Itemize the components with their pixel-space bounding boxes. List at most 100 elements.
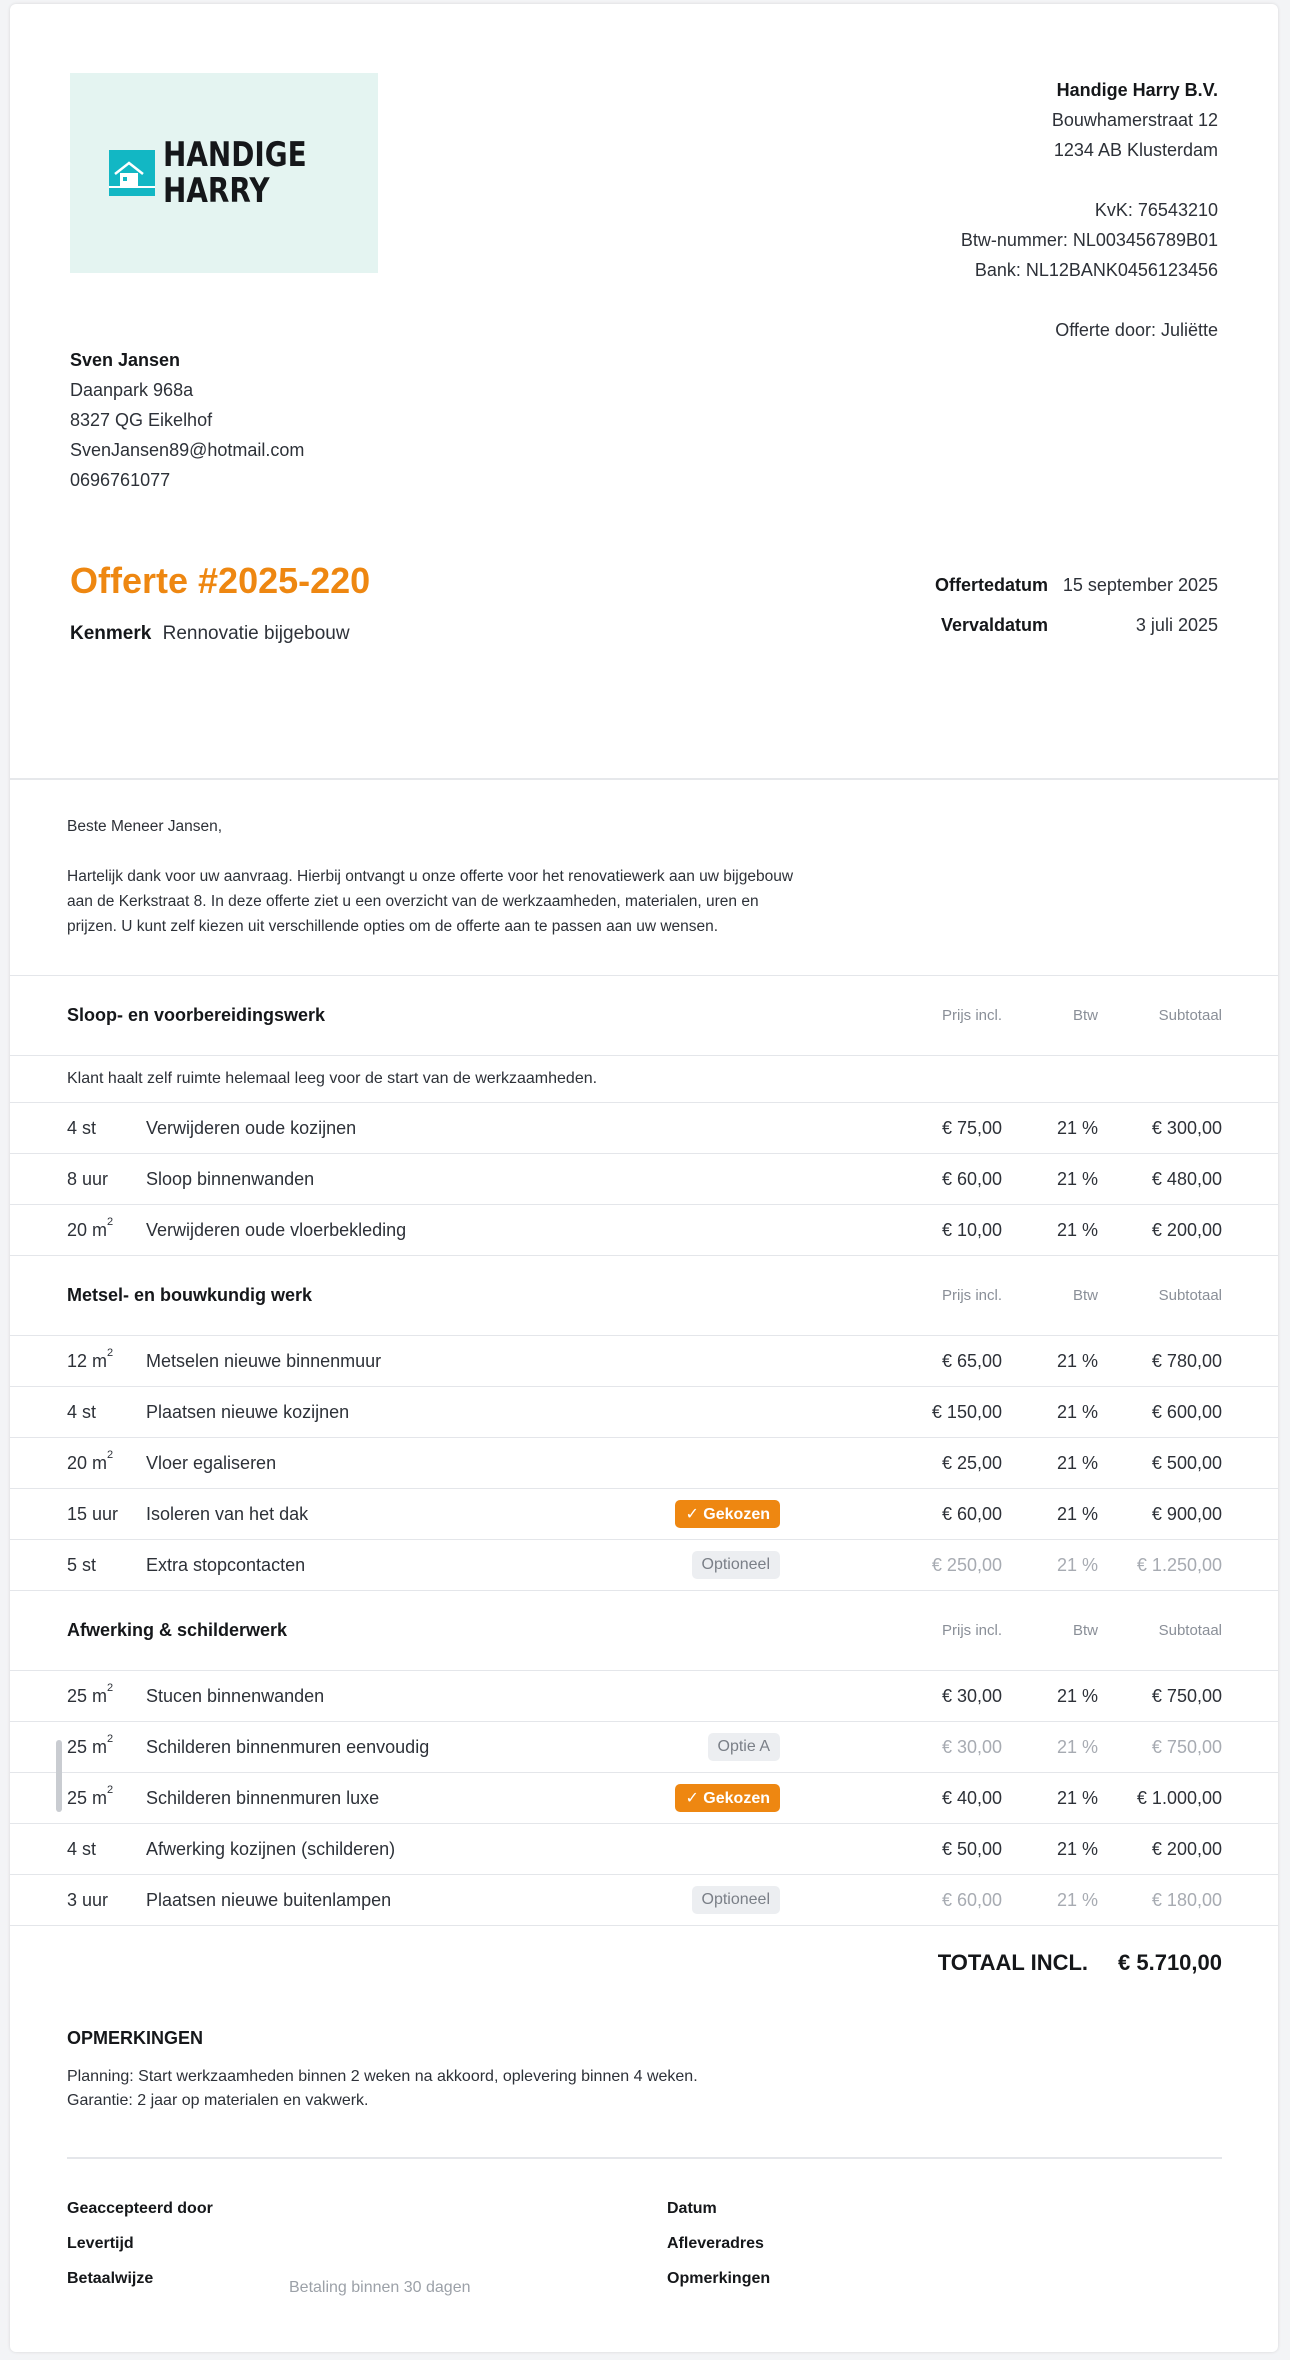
company-city: 1234 AB Klusterdam [1053, 140, 1218, 160]
section-title: Metsel- en bouwkundig werk [67, 1285, 313, 1305]
cover-letter: Beste Meneer Jansen, Hartelijk dank voor… [67, 814, 797, 964]
row-price: € 150,00 [931, 1401, 1002, 1422]
row-quantity-value: 15 uur [67, 1503, 119, 1524]
row-quantity: 20 m2 [67, 1449, 113, 1474]
row-quantity-value: 25 m [67, 1736, 108, 1757]
letter-greeting: Beste Meneer Jansen, [67, 818, 223, 835]
row-quantity-value: 20 m [67, 1219, 108, 1240]
payment-method-value: Betaling binnen 30 dagen [289, 2279, 471, 2296]
expiry-date-value: 3 juli 2025 [1135, 614, 1218, 635]
row-quantity: 8 uur [67, 1169, 108, 1190]
row-btw: 21 % [1056, 1350, 1098, 1371]
row-quantity: 15 uur [67, 1504, 118, 1525]
quote-document: HANDIGE HARRY Handige Harry B.V. Bouwham… [10, 4, 1278, 2352]
table-row: 4 st Afwerking kozijnen (schilderen) € 50,… [10, 1823, 1278, 1874]
company-name: Handige Harry B.V. [1056, 80, 1218, 100]
column-header-subtotal: Subtotaal [1158, 1287, 1222, 1304]
square-superscript: 2 [107, 1215, 114, 1228]
row-description: Afwerking kozijnen (schilderen) [146, 1838, 396, 1859]
option-badge[interactable]: Optioneel [691, 1551, 780, 1579]
row-quantity-value: 5 st [67, 1554, 97, 1575]
company-street: Bouwhamerstraat 12 [1051, 110, 1218, 130]
row-subtotal: € 600,00 [1151, 1401, 1222, 1422]
row-description: Schilderen binnenmuren luxe [146, 1787, 380, 1808]
company-btw: Btw-nummer: NL003456789B01 [960, 230, 1218, 250]
row-quantity-value: 25 m [67, 1787, 108, 1808]
row-subtotal: € 1.000,00 [1136, 1787, 1222, 1808]
letter-body: Hartelijk dank voor uw aanvraag. Hierbij… [67, 868, 794, 935]
row-quantity-value: 4 st [67, 1838, 97, 1859]
row-quantity-value: 4 st [67, 1117, 97, 1138]
customer-street: Daanpark 968a [70, 380, 194, 400]
row-price: € 40,00 [941, 1787, 1002, 1808]
row-subtotal: € 1.250,00 [1136, 1554, 1222, 1575]
table-row: 15 uur Isoleren van het dak ✓ Gekozen € 60,… [10, 1488, 1278, 1539]
row-quantity: 12 m2 [67, 1347, 113, 1372]
row-quantity-value: 12 m [67, 1350, 108, 1371]
column-header-price: Prijs incl. [941, 1007, 1002, 1024]
table-row: 25 m2 Schilderen binnenmuren luxe ✓ Gekoze… [10, 1772, 1278, 1823]
table-bottom-border [10, 1925, 1278, 1926]
row-description: Stucen binnenwanden [146, 1685, 325, 1706]
row-price: € 50,00 [941, 1838, 1002, 1859]
table-row: 25 m2 Schilderen binnenmuren eenvoudig Opt… [10, 1721, 1278, 1772]
row-quantity: 25 m2 [67, 1733, 113, 1758]
table-row: 8 uur Sloop binnenwanden € 60,00 21 % € 480,… [10, 1153, 1278, 1204]
payment-method-label: Betaalwijze [67, 2270, 154, 2287]
row-quantity: 25 m2 [67, 1682, 113, 1707]
row-btw: 21 % [1056, 1838, 1098, 1859]
row-price: € 60,00 [941, 1889, 1002, 1910]
square-superscript: 2 [107, 1732, 114, 1745]
row-btw: 21 % [1056, 1452, 1098, 1473]
row-btw: 21 % [1056, 1736, 1098, 1757]
section-header: Sloop- en voorbereidingswerk Prijs incl. B… [10, 975, 1278, 1055]
column-header-btw: Btw [1072, 1007, 1098, 1024]
row-subtotal: € 750,00 [1151, 1736, 1222, 1757]
section-note-text: Klant haalt zelf ruimte helemaal leeg vo… [67, 1070, 598, 1087]
signature-divider [67, 2157, 1222, 2159]
section-header: Afwerking & schilderwerk Prijs incl. Btw Su… [10, 1590, 1278, 1670]
signature-right: Datum Afleveradres Opmerkingen [667, 2191, 770, 2296]
column-header-price: Prijs incl. [941, 1622, 1002, 1639]
row-subtotal: € 480,00 [1151, 1168, 1222, 1189]
row-price: € 30,00 [941, 1685, 1002, 1706]
option-badge[interactable]: Optie A [707, 1733, 780, 1761]
offer-title: Offerte #2025-220 [70, 560, 371, 601]
table-row: 12 m2 Metselen nieuwe binnenmuur € 65,00 21… [10, 1335, 1278, 1386]
drag-handle[interactable] [56, 1740, 62, 1812]
row-price: € 60,00 [941, 1168, 1002, 1189]
row-description: Sloop binnenwanden [146, 1168, 315, 1189]
delivery-time-label: Levertijd [67, 2235, 134, 2252]
row-price: € 75,00 [941, 1117, 1002, 1138]
row-quantity: 20 m2 [67, 1216, 113, 1241]
row-subtotal: € 900,00 [1151, 1503, 1222, 1524]
row-quantity: 3 uur [67, 1890, 108, 1911]
row-btw: 21 % [1056, 1685, 1098, 1706]
row-price: € 25,00 [941, 1452, 1002, 1473]
row-quantity: 4 st [67, 1118, 96, 1139]
section-title: Afwerking & schilderwerk [67, 1620, 288, 1640]
chosen-badge[interactable]: ✓ Gekozen [675, 1784, 780, 1812]
row-quantity-value: 20 m [67, 1452, 108, 1473]
offer-date-value: 15 september 2025 [1062, 574, 1218, 595]
notes-label: Opmerkingen [667, 2270, 771, 2287]
total-row: TOTAAL INCL. € 5.710,00 [938, 1950, 1222, 1976]
accepted-by-label: Geaccepteerd door [67, 2200, 213, 2217]
row-price: € 10,00 [941, 1219, 1002, 1240]
option-badge[interactable]: Optioneel [691, 1886, 780, 1914]
customer-phone: 0696761077 [70, 470, 171, 490]
section-header: Metsel- en bouwkundig werk Prijs incl. Btw… [10, 1255, 1278, 1335]
remarks-planning: Planning: Start werkzaamheden binnen 2 w… [67, 2068, 698, 2085]
row-price: € 250,00 [931, 1554, 1002, 1575]
section-title: Sloop- en voorbereidingswerk [67, 1005, 326, 1025]
customer-email[interactable]: SvenJansen89@hotmail.com [70, 435, 304, 465]
column-header-price: Prijs incl. [941, 1287, 1002, 1304]
row-quantity-value: 4 st [67, 1401, 97, 1422]
company-logo: HANDIGE HARRY [70, 73, 378, 273]
row-subtotal: € 200,00 [1151, 1219, 1222, 1240]
row-description: Schilderen binnenmuren eenvoudig [146, 1736, 430, 1757]
square-superscript: 2 [107, 1783, 114, 1796]
remarks-text: Planning: Start werkzaamheden binnen 2 w… [67, 2065, 698, 2113]
chosen-badge[interactable]: ✓ Gekozen [675, 1500, 780, 1528]
offer-dates: Offertedatum 15 september 2025 Vervaldat… [908, 565, 1218, 645]
